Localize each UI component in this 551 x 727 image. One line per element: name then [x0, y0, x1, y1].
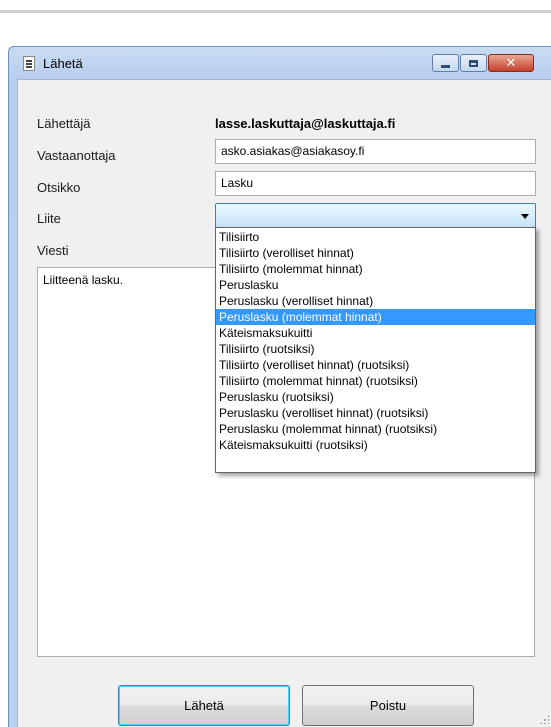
dropdown-option[interactable]: Peruslasku (molemmat hinnat) (ruotsiksi): [216, 421, 535, 437]
resize-grip-icon[interactable]: [539, 714, 549, 724]
dropdown-option-highlighted[interactable]: Peruslasku (molemmat hinnat): [216, 309, 535, 325]
recipient-input[interactable]: asko.asiakas@asiakasoy.fi: [215, 139, 536, 164]
attachment-dropdown-list: Tilisiirto Tilisiirto (verolliset hinnat…: [215, 227, 536, 473]
app-icon: [23, 56, 35, 71]
dropdown-option[interactable]: Tilisiirto (verolliset hinnat) (ruotsiks…: [216, 357, 535, 373]
top-divider: [0, 10, 551, 13]
title-bar[interactable]: Lähetä ✕: [9, 47, 551, 79]
dropdown-option[interactable]: Tilisiirto (verolliset hinnat): [216, 245, 535, 261]
subject-input[interactable]: Lasku: [215, 171, 536, 196]
dropdown-option[interactable]: Peruslasku: [216, 277, 535, 293]
sender-value: lasse.laskuttaja@laskuttaja.fi: [215, 116, 396, 131]
dropdown-option[interactable]: Tilisiirto (molemmat hinnat) (ruotsiksi): [216, 373, 535, 389]
close-icon: ✕: [505, 55, 517, 71]
dropdown-option[interactable]: Tilisiirto: [216, 229, 535, 245]
dropdown-option[interactable]: Käteismaksukuitti: [216, 325, 535, 341]
dropdown-option[interactable]: Peruslasku (verolliset hinnat): [216, 293, 535, 309]
chevron-down-icon[interactable]: [521, 214, 529, 219]
maximize-icon: [469, 59, 478, 67]
message-label: Viesti: [37, 243, 69, 258]
recipient-label: Vastaanottaja: [37, 148, 116, 163]
send-dialog: Lähetä ✕ Lähettäjä lasse.laskuttaja@lask…: [8, 46, 551, 727]
maximize-button[interactable]: [460, 54, 487, 72]
window-title: Lähetä: [43, 56, 83, 71]
subject-label: Otsikko: [37, 180, 81, 195]
dropdown-option[interactable]: Käteismaksukuitti (ruotsiksi): [216, 437, 535, 453]
sender-label: Lähettäjä: [37, 116, 91, 131]
dialog-body: Lähettäjä lasse.laskuttaja@laskuttaja.fi…: [17, 79, 551, 727]
minimize-icon: [441, 64, 450, 68]
dropdown-option[interactable]: Tilisiirto (ruotsiksi): [216, 341, 535, 357]
attachment-select[interactable]: [215, 203, 536, 228]
dropdown-option[interactable]: Peruslasku (ruotsiksi): [216, 389, 535, 405]
attachment-label: Liite: [37, 211, 61, 226]
dropdown-option[interactable]: Tilisiirto (molemmat hinnat): [216, 261, 535, 277]
dropdown-option[interactable]: Peruslasku (verolliset hinnat) (ruotsiks…: [216, 405, 535, 421]
minimize-button[interactable]: [432, 54, 459, 72]
send-button[interactable]: Lähetä: [118, 685, 290, 726]
close-button[interactable]: ✕: [488, 54, 534, 72]
exit-button[interactable]: Poistu: [302, 685, 474, 726]
